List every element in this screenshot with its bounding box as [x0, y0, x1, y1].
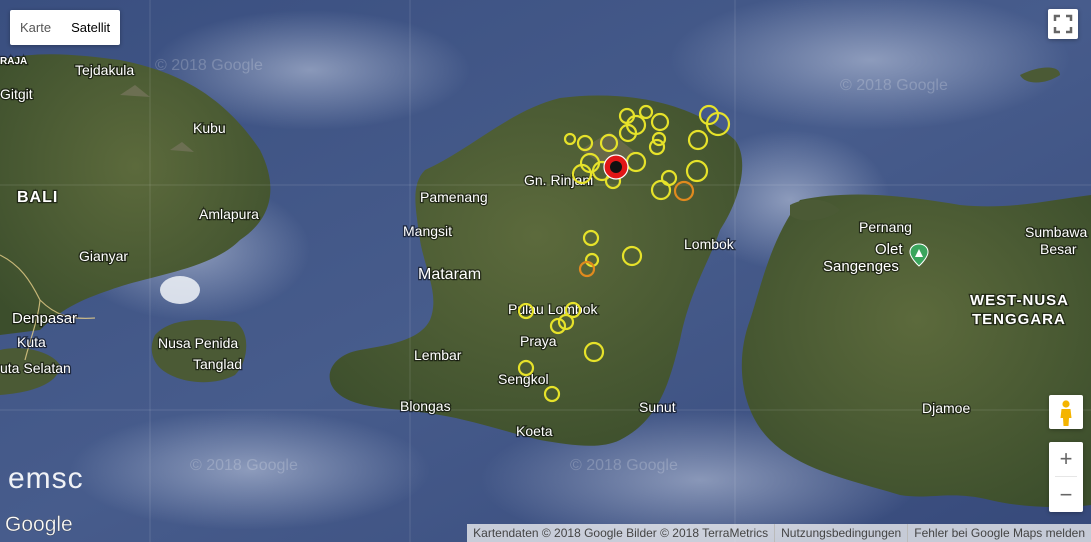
label-denpasar: Denpasar: [12, 310, 77, 327]
label-nusa-penida: Nusa Penida: [158, 335, 238, 351]
label-mataram: Mataram: [418, 266, 481, 283]
zoom-separator: [1055, 476, 1077, 477]
label-tenggara: TENGGARA: [972, 311, 1066, 328]
map-footer: Kartendaten © 2018 Google Bilder © 2018 …: [467, 524, 1091, 542]
emsc-logo-text: emsc: [8, 462, 84, 495]
label-lombok: Lombok: [684, 236, 735, 252]
label-kuta-selatan: uta Selatan: [0, 360, 71, 376]
label-sangenges: Sangenges: [823, 258, 899, 275]
label-lembar: Lembar: [414, 347, 462, 363]
watermark-1: © 2018 Google: [155, 57, 263, 74]
satellite-map[interactable]: © 2018 Google © 2018 Google © 2018 Googl…: [0, 0, 1091, 542]
map-type-karte-button[interactable]: Karte: [10, 10, 61, 45]
label-olet: Olet: [875, 241, 903, 258]
label-bali: BALI: [17, 189, 58, 206]
label-sunut: Sunut: [639, 399, 676, 415]
label-djamoe: Djamoe: [922, 400, 970, 416]
label-west-nusa: WEST-NUSA: [970, 292, 1069, 309]
zoom-out-button[interactable]: −: [1049, 478, 1083, 512]
label-besar: Besar: [1040, 241, 1077, 257]
google-logo: Google: [5, 513, 73, 537]
label-gianyar: Gianyar: [79, 248, 128, 264]
label-gitgit: Gitgit: [0, 86, 33, 102]
label-raja: RAJA: [0, 56, 27, 67]
fullscreen-icon: [1053, 14, 1073, 34]
zoom-control: + −: [1049, 442, 1083, 512]
zoom-in-button[interactable]: +: [1049, 442, 1083, 476]
map-type-satellit-button[interactable]: Satellit: [61, 10, 120, 45]
label-pernang: Pernang: [859, 219, 912, 235]
fullscreen-button[interactable]: [1048, 9, 1078, 39]
watermark-2: © 2018 Google: [840, 77, 948, 94]
street-view-pegman-button[interactable]: [1049, 395, 1083, 429]
pegman-icon: [1060, 400, 1072, 426]
label-kuta: Kuta: [17, 334, 46, 350]
emsc-logo: emsc: [8, 462, 84, 495]
label-gn-rinjani: Gn. Rinjani: [524, 172, 593, 188]
watermark-3: © 2018 Google: [190, 457, 298, 474]
label-blongas: Blongas: [400, 398, 451, 414]
attribution-text: Kartendaten © 2018 Google Bilder © 2018 …: [473, 526, 769, 540]
terms-link[interactable]: Nutzungsbedingungen: [775, 524, 907, 542]
label-mangsit: Mangsit: [403, 223, 452, 239]
label-pulau-lombok: Pulau Lombok: [508, 301, 599, 317]
label-pamenang: Pamenang: [420, 189, 488, 205]
label-praya: Praya: [520, 333, 557, 349]
label-tanglad: Tanglad: [193, 356, 242, 372]
label-amlapura: Amlapura: [199, 206, 259, 222]
quake-marker-main-center: [610, 161, 622, 173]
label-tejdakula: Tejdakula: [75, 62, 134, 78]
label-kubu: Kubu: [193, 120, 226, 136]
report-error-link[interactable]: Fehler bei Google Maps melden: [908, 524, 1091, 542]
label-koeta: Koeta: [516, 423, 553, 439]
google-logo-text: Google: [5, 513, 73, 536]
map-type-control: Karte Satellit: [10, 10, 121, 45]
label-sumbawa: Sumbawa: [1025, 224, 1087, 240]
watermark-4: © 2018 Google: [570, 457, 678, 474]
